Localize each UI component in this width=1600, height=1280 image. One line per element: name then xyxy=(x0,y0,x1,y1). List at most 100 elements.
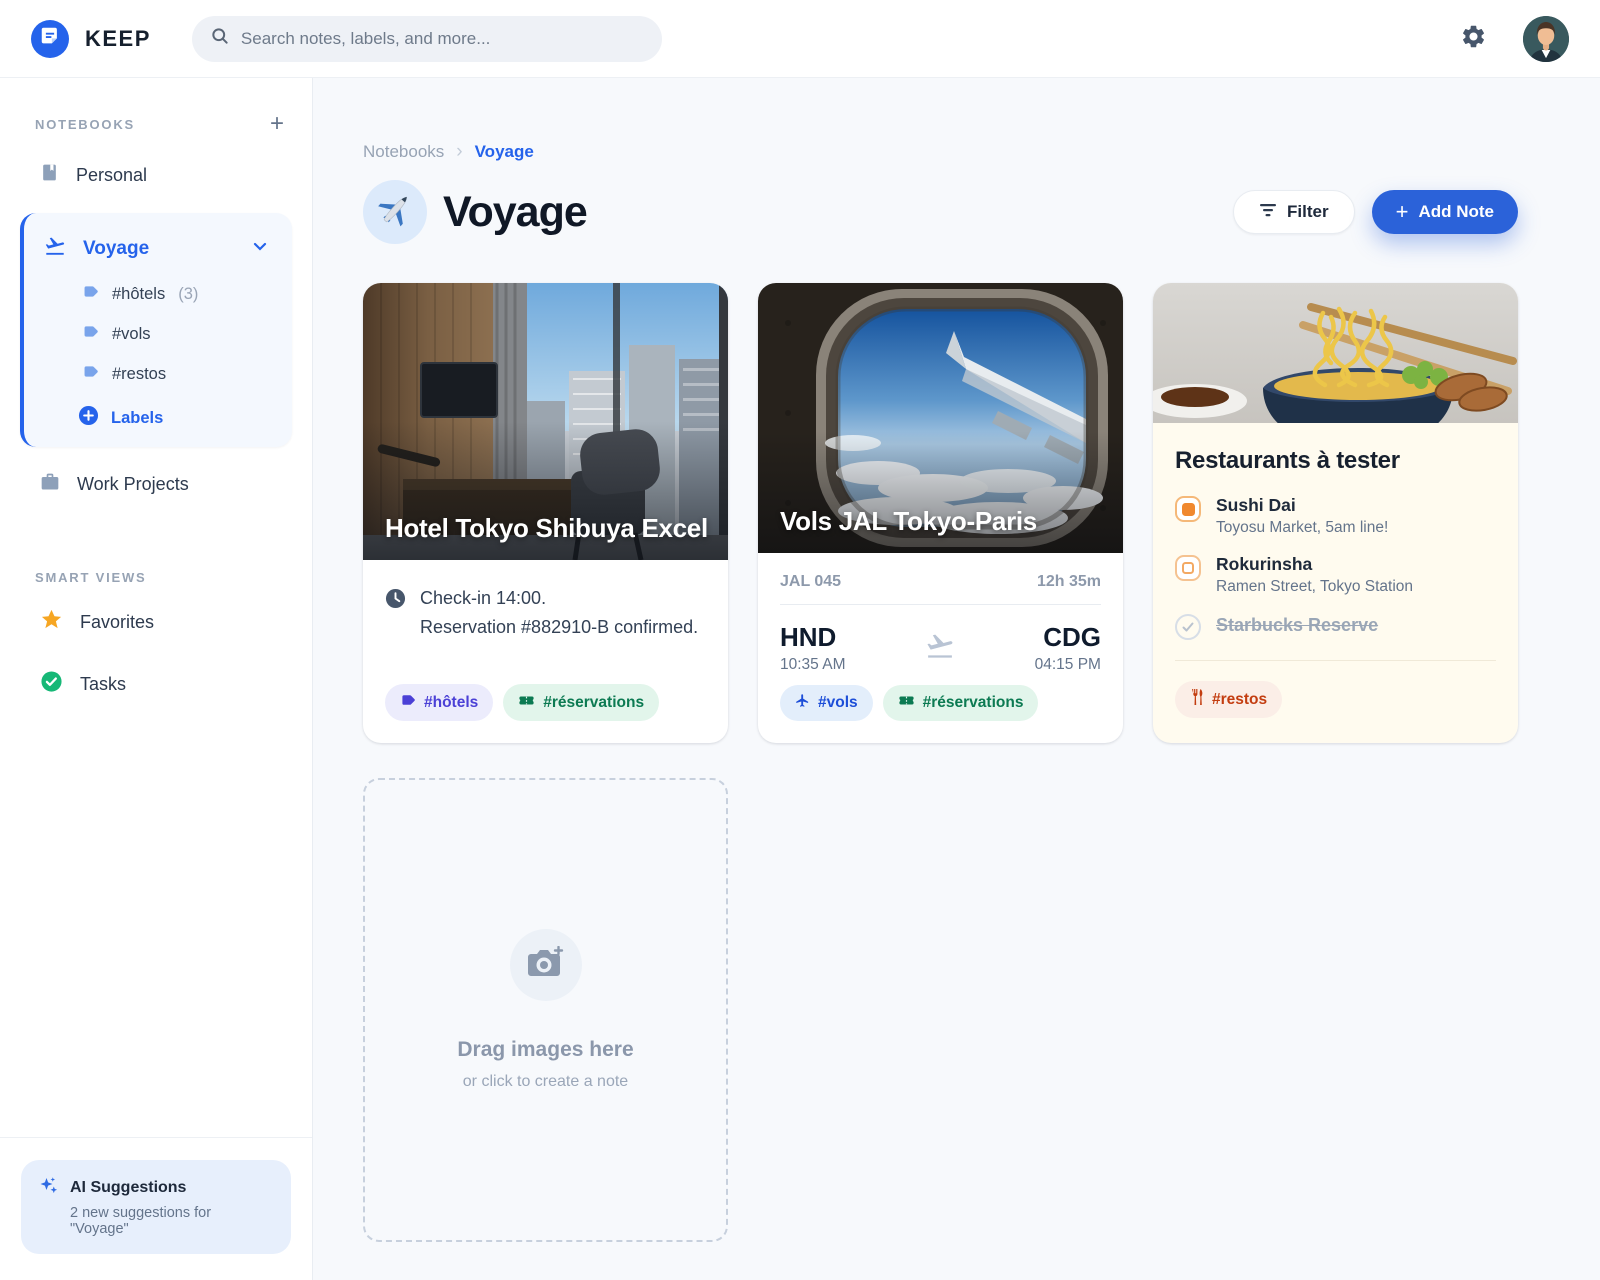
chip-label: #réservations xyxy=(923,694,1024,712)
plane-takeoff-icon xyxy=(925,631,955,666)
notebook-icon xyxy=(40,163,59,187)
image-dropzone[interactable]: Drag images here or click to create a no… xyxy=(363,778,728,1242)
tag-label: #vols xyxy=(112,325,151,344)
tag-label: #hôtels xyxy=(112,285,165,304)
sidebar-tag-hotels[interactable]: #hôtels (3) xyxy=(24,274,292,314)
filter-icon xyxy=(1259,202,1277,223)
gear-icon[interactable] xyxy=(1460,23,1487,55)
sidebar-group-voyage: Voyage #hôtels (3) #vols xyxy=(20,213,292,447)
dropzone-subtitle: or click to create a note xyxy=(463,1073,628,1091)
arrival-time: 04:15 PM xyxy=(1035,656,1101,674)
notebooks-header: NOTEBOOKS xyxy=(35,117,135,132)
checkbox-done-icon[interactable] xyxy=(1175,614,1201,640)
search-bar[interactable] xyxy=(192,16,662,62)
sidebar-item-label: Personal xyxy=(76,165,147,186)
note-text-line: Reservation #882910-B confirmed. xyxy=(420,613,698,642)
sidebar-item-label: Tasks xyxy=(80,674,126,695)
chip-vols[interactable]: #vols xyxy=(780,685,873,721)
departure-time: 10:35 AM xyxy=(780,656,846,674)
chip-label: #réservations xyxy=(543,694,644,712)
ramen-photo xyxy=(1153,283,1518,423)
add-labels-button[interactable]: Labels xyxy=(24,394,292,435)
tag-icon xyxy=(82,283,99,305)
search-icon xyxy=(210,26,230,51)
airplane-window-photo: Vols JAL Tokyo-Paris xyxy=(758,283,1123,553)
note-card-restaurants[interactable]: Restaurants à tester Sushi Dai Toyosu Ma… xyxy=(1153,283,1518,743)
sidebar-tag-vols[interactable]: #vols xyxy=(24,314,292,354)
add-notebook-button[interactable]: + xyxy=(270,114,284,134)
labels-label: Labels xyxy=(111,409,163,428)
user-avatar[interactable] xyxy=(1523,16,1569,62)
dropzone-title: Drag images here xyxy=(457,1038,633,1062)
checklist-item[interactable]: Sushi Dai Toyosu Market, 5am line! xyxy=(1175,495,1496,537)
ai-suggestions-subtitle: 2 new suggestions for "Voyage" xyxy=(70,1205,273,1237)
plane-icon xyxy=(795,693,810,713)
search-input[interactable] xyxy=(241,29,644,49)
app-logo[interactable] xyxy=(31,20,69,58)
breadcrumb-separator-icon: › xyxy=(456,141,462,163)
filter-label: Filter xyxy=(1287,202,1329,222)
sidebar-item-label: Work Projects xyxy=(77,474,189,495)
camera-plus-icon xyxy=(527,946,565,985)
checklist-item-name: Rokurinsha xyxy=(1216,554,1413,575)
checkbox-unchecked-icon[interactable] xyxy=(1175,555,1201,581)
dropzone-icon-badge xyxy=(510,929,582,1001)
note-title: Hotel Tokyo Shibuya Excel xyxy=(385,513,708,544)
ai-suggestions-card[interactable]: AI Suggestions 2 new suggestions for "Vo… xyxy=(21,1160,291,1254)
chip-restos[interactable]: #restos xyxy=(1175,681,1282,718)
chip-reservations[interactable]: #réservations xyxy=(883,685,1039,721)
plus-circle-icon xyxy=(78,405,99,431)
checklist-item-note: Toyosu Market, 5am line! xyxy=(1216,519,1388,537)
note-icon xyxy=(39,25,61,52)
chevron-down-icon[interactable] xyxy=(252,238,268,259)
chip-label: #restos xyxy=(1212,691,1267,709)
app-name: KEEP xyxy=(85,26,151,52)
breadcrumb-notebooks[interactable]: Notebooks xyxy=(363,142,444,162)
checklist-item[interactable]: Rokurinsha Ramen Street, Tokyo Station xyxy=(1175,554,1496,596)
add-note-button[interactable]: + Add Note xyxy=(1372,190,1518,234)
ai-suggestions-title: AI Suggestions xyxy=(70,1179,186,1197)
clock-icon xyxy=(385,588,406,642)
sidebar-item-favorites[interactable]: Favorites xyxy=(0,591,312,653)
checkbox-checked-icon[interactable] xyxy=(1175,496,1201,522)
notebook-emoji-badge xyxy=(363,180,427,244)
sidebar-item-tasks[interactable]: Tasks xyxy=(0,653,312,715)
sidebar-item-personal[interactable]: Personal xyxy=(0,146,312,204)
airplane-icon xyxy=(375,190,415,235)
sidebar-item-work-projects[interactable]: Work Projects xyxy=(0,455,312,514)
note-title: Vols JAL Tokyo-Paris xyxy=(780,506,1037,537)
arrival-code: CDG xyxy=(1035,622,1101,653)
tag-count: (3) xyxy=(178,285,198,304)
sidebar: NOTEBOOKS + Personal Voyage xyxy=(0,78,313,1280)
tag-label: #restos xyxy=(112,365,166,384)
briefcase-icon xyxy=(40,472,60,497)
checklist-item-name: Sushi Dai xyxy=(1216,495,1388,516)
ticket-icon xyxy=(898,693,915,713)
chip-hotels[interactable]: #hôtels xyxy=(385,684,493,721)
flight-duration: 12h 35m xyxy=(1037,573,1101,591)
checklist-item[interactable]: Starbucks Reserve xyxy=(1175,613,1496,640)
chip-reservations[interactable]: #réservations xyxy=(503,684,659,721)
breadcrumb: Notebooks › Voyage xyxy=(363,141,1518,163)
plane-takeoff-icon xyxy=(44,235,66,262)
page-title: Voyage xyxy=(443,188,587,237)
tag-icon xyxy=(82,323,99,345)
tag-icon xyxy=(400,692,416,713)
departure-code: HND xyxy=(780,622,846,653)
main-content: Notebooks › Voyage xyxy=(313,78,1600,1280)
breadcrumb-voyage: Voyage xyxy=(475,142,534,162)
tag-icon xyxy=(82,363,99,385)
note-card-flight[interactable]: Vols JAL Tokyo-Paris JAL 045 12h 35m HND… xyxy=(758,283,1123,743)
check-circle-icon xyxy=(40,670,63,698)
note-card-hotel[interactable]: Hotel Tokyo Shibuya Excel Check-in 14:00… xyxy=(363,283,728,743)
filter-button[interactable]: Filter xyxy=(1233,190,1355,234)
sidebar-tag-restos[interactable]: #restos xyxy=(24,354,292,394)
star-icon xyxy=(40,608,63,636)
flight-code: JAL 045 xyxy=(780,573,841,591)
sidebar-item-label: Voyage xyxy=(83,238,149,260)
top-bar: KEEP xyxy=(0,0,1600,78)
smart-views-header: SMART VIEWS xyxy=(35,570,147,585)
sidebar-item-voyage[interactable]: Voyage xyxy=(24,223,292,274)
note-title: Restaurants à tester xyxy=(1175,447,1496,475)
checklist-item-name: Starbucks Reserve xyxy=(1216,615,1378,636)
